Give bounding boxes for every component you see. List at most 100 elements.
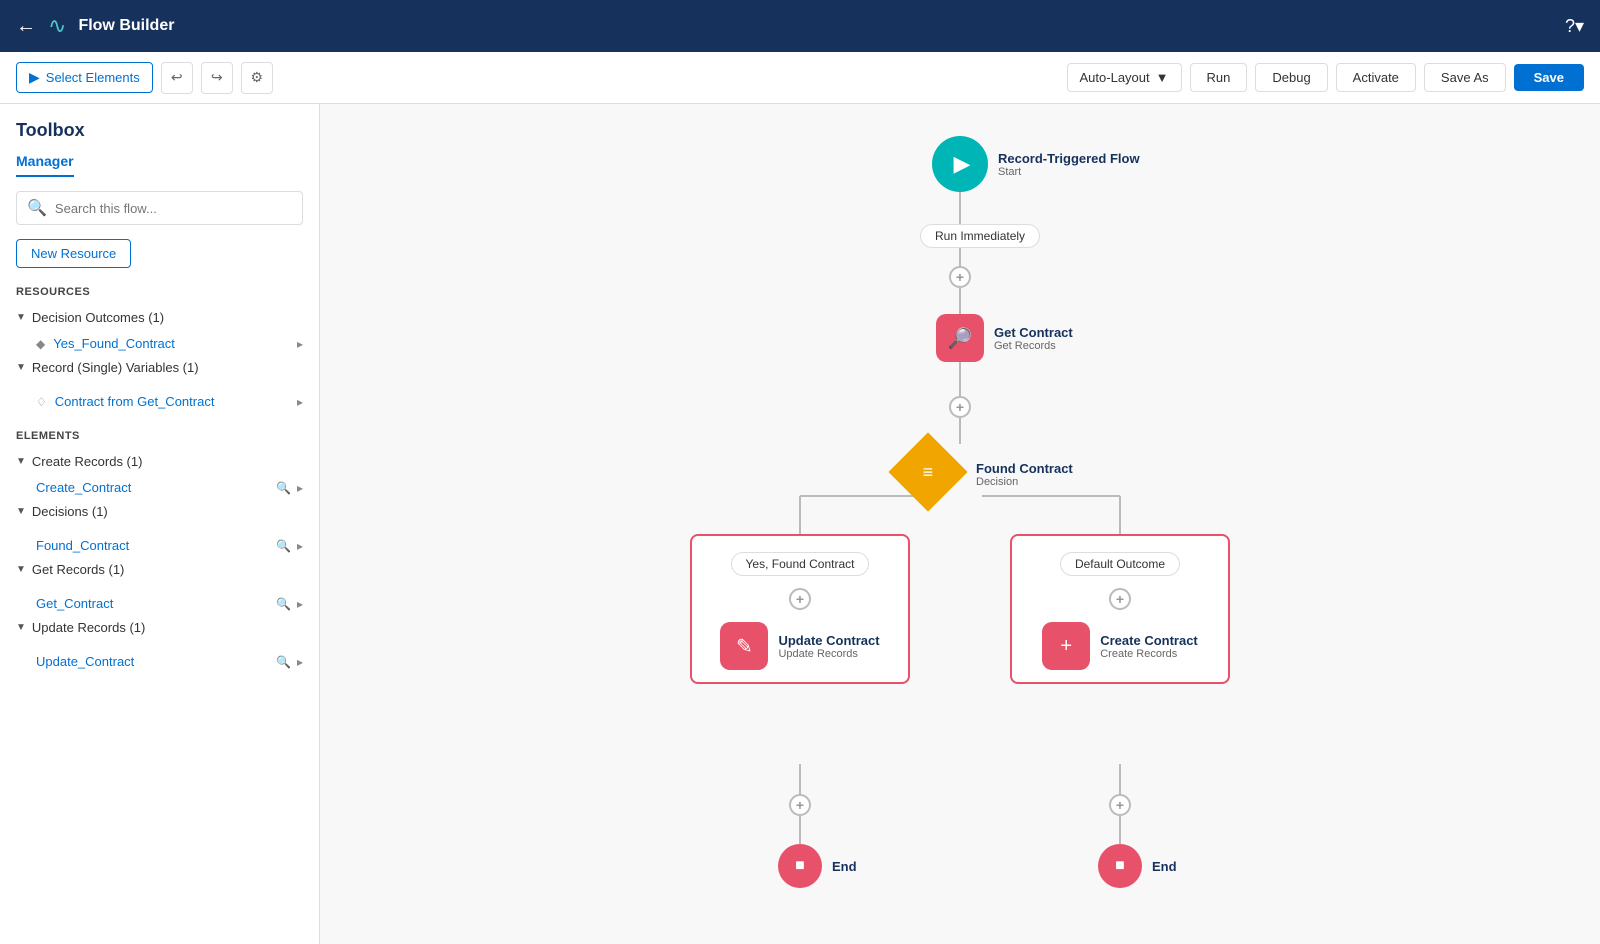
- play-icon: ▶: [954, 151, 971, 177]
- create-contract-button[interactable]: +: [1042, 622, 1090, 670]
- update-contract-node: ✎ Update Contract Update Records: [720, 622, 879, 670]
- update-contract-title: Update Contract: [778, 633, 879, 648]
- get-contract-label: Get_Contract: [36, 596, 113, 611]
- update-contract-item[interactable]: Update_Contract 🔍 ▸: [16, 649, 303, 674]
- save-as-button[interactable]: Save As: [1424, 63, 1506, 92]
- save-button[interactable]: Save: [1514, 64, 1584, 91]
- chevron-right-icon: ▸: [297, 395, 303, 409]
- search-element-icon[interactable]: 🔍: [276, 655, 291, 669]
- right-end-info: End: [1152, 859, 1177, 874]
- search-element-icon[interactable]: 🔍: [276, 481, 291, 495]
- stop-icon: ■: [1115, 857, 1125, 875]
- canvas: ▶ Record-Triggered Flow Start Run Immedi…: [320, 104, 1600, 944]
- update-contract-button[interactable]: ✎: [720, 622, 768, 670]
- search-element-icon[interactable]: 🔍: [276, 597, 291, 611]
- add-in-left-branch[interactable]: +: [789, 588, 811, 610]
- contract-variable-item[interactable]: ♢ Contract from Get_Contract ▸: [16, 389, 303, 414]
- search-box: 🔍: [16, 191, 303, 225]
- right-branch-container: Default Outcome + + Create Contract Crea…: [1010, 534, 1230, 684]
- right-end-label: End: [1152, 859, 1177, 874]
- undo-button[interactable]: ↩: [161, 62, 193, 94]
- top-nav: ← ∿ Flow Builder ?▾: [0, 0, 1600, 52]
- run-immediately-label: Run Immediately: [920, 224, 1040, 248]
- get-contract-subtitle: Get Records: [994, 340, 1073, 352]
- right-branch-box: Default Outcome + + Create Contract Crea…: [1010, 534, 1230, 684]
- contract-variable-label: Contract from Get_Contract: [55, 394, 215, 409]
- help-icon[interactable]: ?▾: [1565, 16, 1584, 37]
- start-trigger-button[interactable]: ▶: [932, 136, 988, 192]
- found-contract-decision-node: ≡ Found Contract Decision: [900, 444, 1073, 504]
- collapse-icon: ▼: [16, 506, 26, 517]
- chevron-right-icon[interactable]: ▸: [297, 655, 303, 669]
- toolbox-title: Toolbox: [16, 120, 303, 141]
- create-contract-info: Create Contract Create Records: [1100, 633, 1198, 660]
- update-records-group[interactable]: ▼ Update Records (1): [16, 616, 303, 639]
- get-contract-title: Get Contract: [994, 325, 1073, 340]
- record-variables-label: Record (Single) Variables (1): [32, 360, 199, 375]
- chevron-down-icon: ▼: [1156, 70, 1169, 85]
- get-records-group[interactable]: ▼ Get Records (1): [16, 558, 303, 581]
- edit-record-icon: ✎: [736, 634, 753, 659]
- create-records-group[interactable]: ▼ Create Records (1): [16, 450, 303, 473]
- found-contract-node-subtitle: Decision: [976, 476, 1073, 488]
- start-node-subtitle: Start: [998, 166, 1140, 178]
- found-contract-info: Found Contract Decision: [976, 461, 1073, 488]
- run-immediately-pill: Run Immediately: [920, 224, 1040, 248]
- create-contract-subtitle: Create Records: [1100, 648, 1198, 660]
- collapse-icon: ▼: [16, 312, 26, 323]
- debug-button[interactable]: Debug: [1255, 63, 1327, 92]
- found-contract-item[interactable]: Found_Contract 🔍 ▸: [16, 533, 303, 558]
- run-button[interactable]: Run: [1190, 63, 1248, 92]
- update-records-label: Update Records (1): [32, 620, 145, 635]
- auto-layout-button[interactable]: Auto-Layout ▼: [1067, 63, 1182, 92]
- elements-label: ELEMENTS: [16, 430, 303, 442]
- search-input[interactable]: [55, 201, 292, 216]
- add-circle-icon[interactable]: +: [789, 794, 811, 816]
- decisions-group[interactable]: ▼ Decisions (1): [16, 500, 303, 523]
- new-resource-button[interactable]: New Resource: [16, 239, 131, 268]
- redo-button[interactable]: ↪: [201, 62, 233, 94]
- collapse-icon: ▼: [16, 622, 26, 633]
- select-elements-button[interactable]: ▶ Select Elements: [16, 62, 153, 93]
- decision-outcomes-group[interactable]: ▼ Decision Outcomes (1): [16, 306, 303, 329]
- get-contract-button[interactable]: 🔎: [936, 314, 984, 362]
- activate-button[interactable]: Activate: [1336, 63, 1416, 92]
- add-after-start[interactable]: +: [949, 266, 971, 288]
- settings-button[interactable]: ⚙: [241, 62, 273, 94]
- get-records-label: Get Records (1): [32, 562, 124, 577]
- add-record-icon: +: [1060, 635, 1072, 658]
- get-contract-info: Get Contract Get Records: [994, 325, 1073, 352]
- update-contract-info: Update Contract Update Records: [778, 633, 879, 660]
- update-contract-label: Update_Contract: [36, 654, 134, 669]
- found-contract-button[interactable]: ≡: [888, 432, 967, 511]
- collapse-icon: ▼: [16, 564, 26, 575]
- add-circle-icon[interactable]: +: [949, 266, 971, 288]
- chevron-right-icon[interactable]: ▸: [297, 481, 303, 495]
- left-end-node: ■ End: [778, 844, 857, 888]
- yes-found-contract-outcome: Yes, Found Contract: [731, 552, 870, 576]
- create-contract-title: Create Contract: [1100, 633, 1198, 648]
- search-record-icon: 🔎: [948, 326, 973, 351]
- sidebar: Toolbox Manager 🔍 New Resource RESOURCES…: [0, 104, 320, 944]
- add-circle-icon[interactable]: +: [949, 396, 971, 418]
- yes-found-contract-item[interactable]: ◆ Yes_Found_Contract ▸: [16, 331, 303, 356]
- right-end-node: ■ End: [1098, 844, 1177, 888]
- add-in-right-branch[interactable]: +: [1109, 588, 1131, 610]
- chevron-right-icon[interactable]: ▸: [297, 539, 303, 553]
- search-element-icon[interactable]: 🔍: [276, 539, 291, 553]
- add-below-right[interactable]: +: [1109, 794, 1131, 816]
- main-layout: Toolbox Manager 🔍 New Resource RESOURCES…: [0, 104, 1600, 944]
- manager-tab[interactable]: Manager: [16, 153, 74, 177]
- back-icon[interactable]: ←: [16, 15, 36, 38]
- add-circle-icon[interactable]: +: [1109, 794, 1131, 816]
- right-end-button[interactable]: ■: [1098, 844, 1142, 888]
- get-contract-item[interactable]: Get_Contract 🔍 ▸: [16, 591, 303, 616]
- variable-icon: ♢: [36, 395, 47, 409]
- chevron-right-icon[interactable]: ▸: [297, 597, 303, 611]
- create-contract-item[interactable]: Create_Contract 🔍 ▸: [16, 475, 303, 500]
- left-end-button[interactable]: ■: [778, 844, 822, 888]
- add-below-left[interactable]: +: [789, 794, 811, 816]
- add-after-get[interactable]: +: [949, 396, 971, 418]
- get-contract-node: 🔎 Get Contract Get Records: [936, 314, 1073, 362]
- record-variables-group[interactable]: ▼ Record (Single) Variables (1): [16, 356, 303, 379]
